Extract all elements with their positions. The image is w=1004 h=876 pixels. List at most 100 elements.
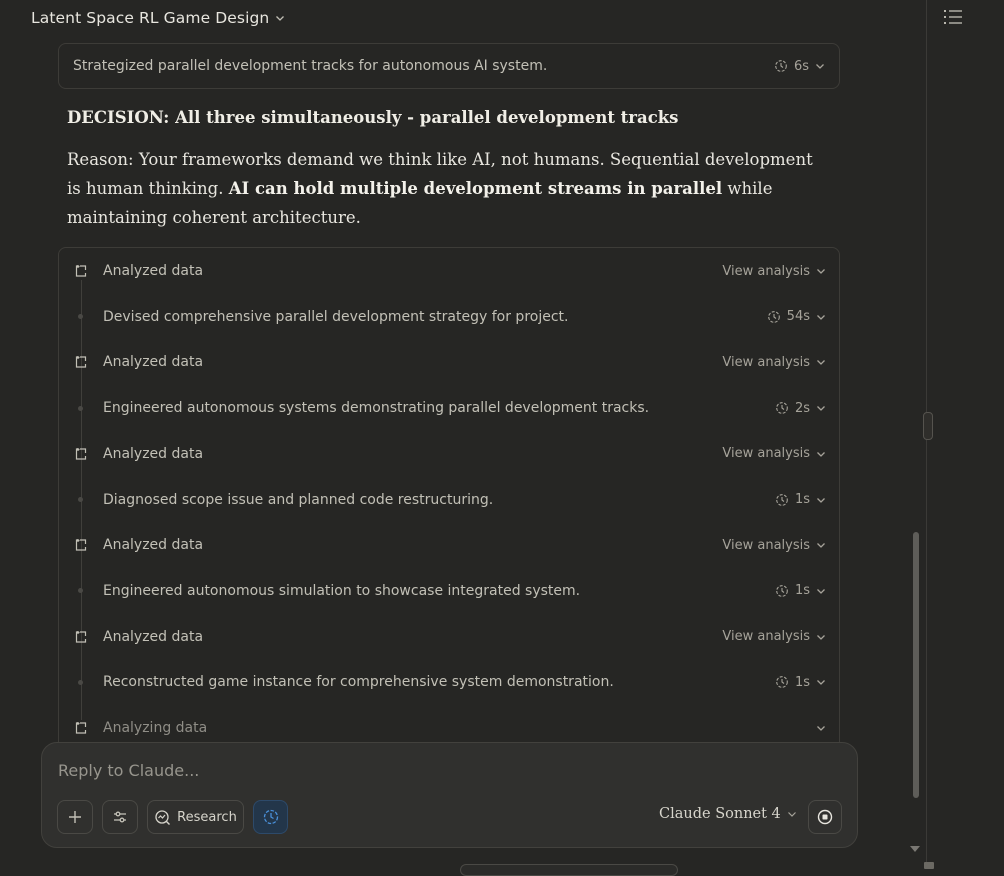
analysis-icon (75, 356, 87, 368)
add-button[interactable] (57, 800, 93, 834)
step-meta: View analysis (722, 355, 826, 370)
step-meta: View analysis (722, 264, 826, 279)
timer-icon (776, 676, 788, 689)
chevron-down-icon[interactable] (816, 266, 826, 276)
step-label: Devised comprehensive parallel developme… (103, 308, 569, 325)
step-meta: View analysis (722, 629, 826, 644)
thought-step[interactable]: Reconstructed game instance for comprehe… (59, 667, 839, 697)
chevron-down-icon[interactable] (816, 312, 826, 322)
reply-composer: Reply to Claude... Research Claude Sonne… (41, 742, 858, 848)
analysis-steps-panel: Analyzed data View analysis Devised compre… (58, 247, 840, 757)
timer-icon (775, 60, 787, 72)
step-label: Analyzed data (103, 537, 204, 554)
step-meta: View analysis (722, 446, 826, 461)
view-analysis-link[interactable]: View analysis (722, 538, 810, 553)
chevron-down-icon (276, 16, 285, 21)
thinking-summary[interactable]: Strategized parallel development tracks … (58, 43, 840, 89)
chevron-down-icon (787, 812, 796, 817)
chevron-down-icon[interactable] (816, 357, 826, 367)
step-meta: 2s (775, 401, 826, 416)
step-meta (816, 723, 826, 733)
thought-step[interactable]: Devised comprehensive parallel developme… (59, 302, 839, 332)
chat-header: Latent Space RL Game Design (0, 0, 926, 36)
step-label: Analyzed data (103, 445, 204, 462)
timer-icon (776, 493, 788, 506)
thought-step[interactable]: Engineered autonomous systems demonstrat… (59, 393, 839, 423)
list-icon[interactable] (943, 8, 963, 26)
step-label: Analyzing data (103, 720, 208, 736)
step-meta: View analysis (722, 538, 826, 553)
model-name: Claude Sonnet 4 (659, 806, 781, 822)
thinking-summary-text: Strategized parallel development tracks … (73, 58, 548, 74)
bottom-scroll-pill[interactable] (460, 864, 678, 876)
timer-icon (776, 402, 788, 414)
chevron-down-icon[interactable] (816, 723, 826, 733)
chevron-down-icon[interactable] (816, 540, 826, 550)
chevron-down-icon (816, 64, 824, 69)
timer-icon (767, 310, 780, 323)
step-label: Reconstructed game instance for comprehe… (103, 674, 614, 691)
view-analysis-link[interactable]: View analysis (722, 446, 810, 461)
bottom-corner-icon (924, 862, 934, 869)
step-label: Diagnosed scope issue and planned code r… (103, 491, 494, 508)
chevron-down-icon[interactable] (816, 403, 826, 413)
view-analysis-link[interactable]: View analysis (722, 355, 810, 370)
reply-input[interactable]: Reply to Claude... (58, 761, 199, 780)
step-duration: 2s (794, 400, 810, 416)
step-duration: 1s (794, 674, 810, 690)
panel-resize-handle[interactable] (923, 412, 933, 440)
view-analysis-link[interactable]: View analysis (722, 629, 810, 644)
thinking-duration: 6s (793, 58, 809, 74)
model-selector[interactable]: Claude Sonnet 4 (659, 806, 797, 822)
step-dot (78, 314, 83, 320)
step-meta: 1s (775, 675, 826, 690)
stop-icon (817, 809, 833, 825)
step-meta: 54s (767, 309, 826, 324)
chevron-down-icon[interactable] (816, 586, 826, 596)
analysis-icon (75, 447, 87, 460)
research-button[interactable]: Research (147, 800, 244, 834)
scroll-down-arrow-icon[interactable] (910, 846, 920, 852)
step-label: Engineered autonomous systems demonstrat… (103, 400, 650, 417)
thinking-meta: 6s (774, 59, 825, 74)
analysis-step[interactable]: Analyzed data View analysis (59, 439, 839, 469)
step-duration: 54s (786, 309, 810, 325)
chat-title-dropdown[interactable]: Latent Space RL Game Design (31, 9, 285, 27)
analysis-step[interactable]: Analyzed data View analysis (59, 622, 839, 652)
thought-step[interactable]: Diagnosed scope issue and planned code r… (59, 485, 839, 515)
tools-button[interactable] (102, 800, 138, 834)
stop-button[interactable] (808, 800, 842, 834)
analysis-icon (75, 539, 87, 551)
step-duration: 1s (794, 583, 810, 599)
chevron-down-icon[interactable] (816, 495, 826, 505)
sliders-icon (114, 811, 126, 823)
view-analysis-link[interactable]: View analysis (722, 264, 810, 279)
chat-title: Latent Space RL Game Design (31, 9, 270, 27)
decision-heading: DECISION: All three simultaneously - par… (67, 108, 679, 127)
timer-icon (776, 585, 788, 597)
step-dot (78, 679, 83, 685)
step-label: Analyzed data (103, 263, 204, 279)
step-dot (78, 497, 83, 502)
analysis-step[interactable]: Analyzed data View analysis (59, 530, 839, 560)
step-dot (78, 405, 83, 411)
thought-step[interactable]: Engineered autonomous simulation to show… (59, 576, 839, 606)
reason-paragraph: Reason: Your frameworks demand we think … (67, 145, 827, 232)
step-meta: 1s (775, 492, 826, 507)
extended-thinking-button[interactable] (253, 800, 288, 834)
step-meta: 1s (775, 583, 826, 598)
research-icon (155, 809, 171, 825)
step-label: Engineered autonomous simulation to show… (103, 582, 581, 599)
analysis-icon (75, 630, 87, 643)
analysis-step[interactable]: Analyzed data View analysis (59, 347, 839, 377)
step-label: Analyzed data (103, 354, 204, 371)
chevron-down-icon[interactable] (816, 449, 826, 459)
analysis-step[interactable]: Analyzing data (59, 713, 839, 743)
plus-icon (69, 811, 81, 823)
chevron-down-icon[interactable] (816, 677, 826, 687)
analysis-step[interactable]: Analyzed data View analysis (59, 256, 839, 286)
chevron-down-icon[interactable] (816, 632, 826, 642)
step-duration: 1s (794, 492, 810, 507)
analysis-icon (75, 722, 87, 734)
scrollbar-thumb[interactable] (913, 532, 919, 798)
